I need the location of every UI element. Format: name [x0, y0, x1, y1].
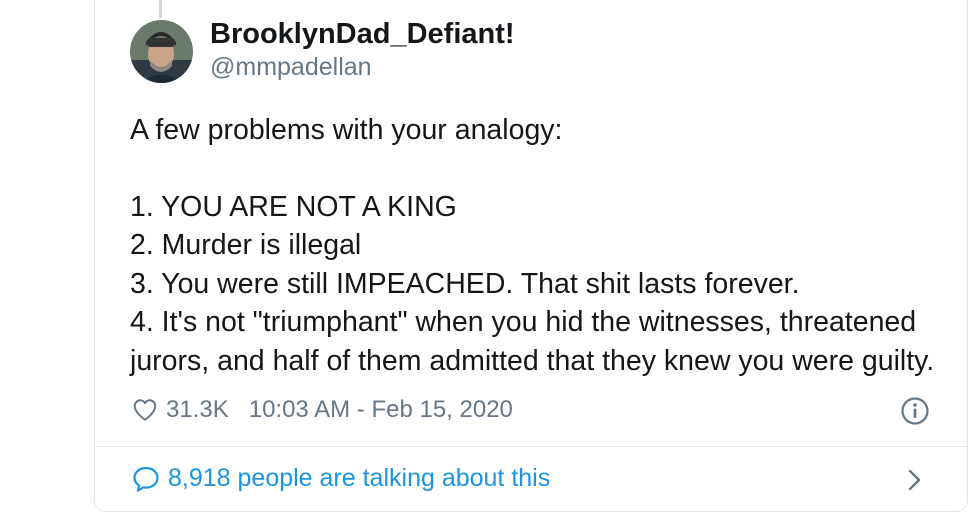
author-display-name[interactable]: BrooklynDad_Defiant!	[210, 18, 515, 51]
like-count[interactable]: 31.3K	[166, 396, 229, 424]
avatar[interactable]	[130, 20, 193, 83]
divider	[95, 446, 967, 447]
speech-bubble-icon	[133, 466, 159, 492]
tweet-line: 1. YOU ARE NOT A KING	[130, 190, 457, 223]
tweet-intro: A few problems with your analogy:	[130, 114, 563, 146]
tweet-line: 2. Murder is illegal	[130, 229, 362, 261]
tweet-line: 4. It's not "triumphant" when you hid th…	[130, 306, 917, 338]
tweet-line: jurors, and half of them admitted that t…	[130, 344, 935, 377]
tweet-timestamp[interactable]: 10:03 AM - Feb 15, 2020	[249, 396, 513, 424]
info-icon[interactable]	[900, 396, 930, 426]
heart-icon[interactable]	[132, 397, 158, 423]
tweet-meta: 31.3K 10:03 AM - Feb 15, 2020	[132, 396, 513, 424]
talking-text[interactable]: 8,918 people are talking about this	[168, 464, 550, 493]
tweet-line: 3. You were still IMPEACHED. That shit l…	[130, 267, 800, 300]
author-handle[interactable]: @mmpadellan	[210, 53, 372, 82]
chevron-right-icon[interactable]	[905, 466, 925, 494]
thread-line	[159, 0, 162, 18]
tweet-text: A few problems with your analogy: 1. YOU…	[130, 111, 950, 380]
talking-link[interactable]: 8,918 people are talking about this	[132, 464, 550, 493]
